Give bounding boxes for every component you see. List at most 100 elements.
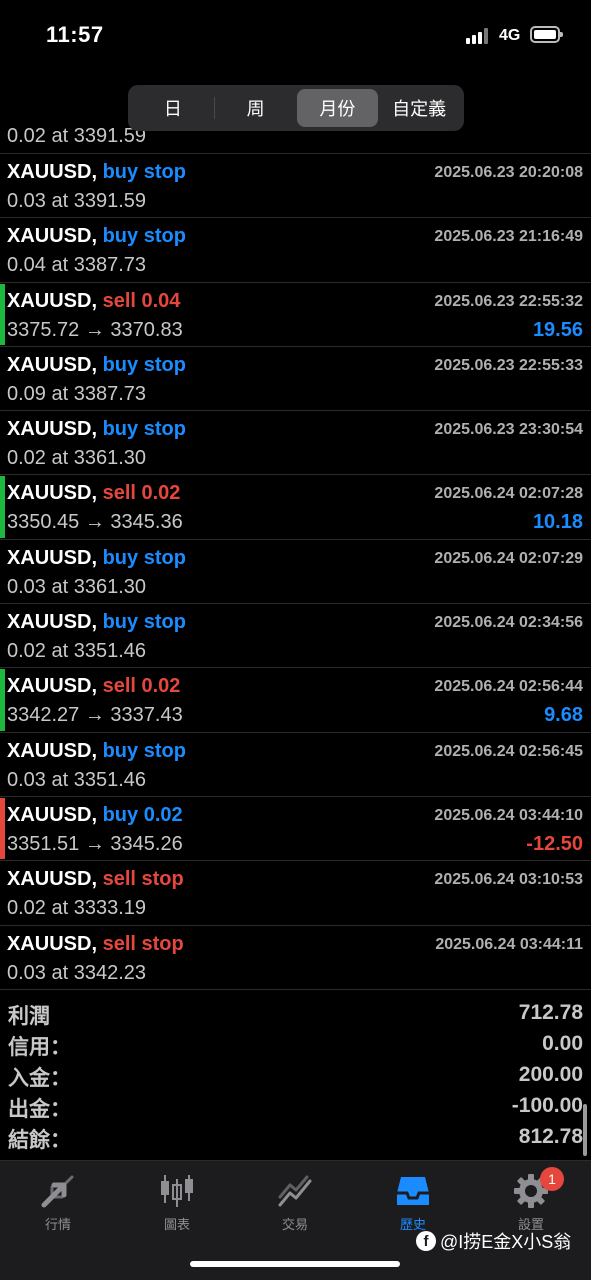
list-item[interactable]: XAUUSD, buy stop 2025.06.23 22:55:33 0.09 … [0, 347, 591, 412]
watermark: f @I捞E金X小S翁 [416, 1228, 571, 1254]
order-datetime: 2025.06.24 03:44:11 [435, 935, 583, 953]
status-time: 11:57 [46, 22, 104, 47]
order-title: XAUUSD, buy stop [7, 740, 186, 763]
order-type: buy stop [102, 739, 186, 762]
order-symbol: XAUUSD, [7, 739, 98, 762]
tab-label: 行情 [44, 1217, 71, 1232]
period-segmented-control: 日 周 月份 自定義 [128, 85, 464, 131]
tab-trade[interactable]: 交易 [250, 1169, 340, 1239]
notification-badge: 1 [540, 1167, 564, 1191]
result-indicator-bar [0, 476, 5, 538]
order-symbol: XAUUSD, [7, 675, 98, 698]
order-symbol: XAUUSD, [7, 803, 98, 826]
order-profit: 9.68 [544, 704, 583, 727]
order-title: XAUUSD, sell stop [7, 933, 184, 956]
order-type: sell 0.02 [102, 482, 181, 505]
order-profit: -12.50 [526, 832, 583, 855]
summary-label: 入金： [8, 1067, 71, 1090]
order-title: XAUUSD, buy 0.02 [7, 804, 183, 827]
order-type: sell 0.04 [102, 289, 181, 312]
order-type: sell stop [102, 932, 184, 955]
summary-balance-row: 結餘： 812.78 [0, 1122, 591, 1153]
order-detail: 3342.27 → 3337.43 [7, 704, 183, 727]
order-title: XAUUSD, buy stop [7, 225, 186, 248]
order-datetime: 2025.06.23 21:16:49 [434, 228, 583, 246]
order-datetime: 2025.06.24 02:07:28 [434, 485, 583, 503]
list-item[interactable]: XAUUSD, buy stop 2025.06.24 02:56:45 0.03 … [0, 733, 591, 797]
order-type: buy stop [102, 546, 186, 569]
order-type: buy stop [102, 225, 186, 248]
order-type: buy stop [102, 161, 186, 183]
list-item[interactable]: XAUUSD, buy stop 2025.06.23 23:30:54 0.02 … [0, 411, 591, 476]
result-indicator-bar [0, 669, 5, 731]
order-type: buy stop [102, 611, 186, 634]
signal-strength-icon [466, 28, 492, 44]
order-symbol: XAUUSD, [7, 161, 98, 183]
order-detail: 0.09 at 3387.73 [7, 382, 147, 405]
order-symbol: XAUUSD, [7, 546, 98, 569]
order-title: XAUUSD, buy stop [7, 161, 186, 184]
summary-withdrawal-row: 出金： -100.00 [0, 1091, 591, 1122]
tab-chart[interactable]: 圖表 [132, 1169, 222, 1239]
order-datetime: 2025.06.24 02:34:56 [434, 614, 583, 632]
summary-value: 712.78 [518, 1001, 583, 1024]
list-item[interactable]: XAUUSD, sell 0.02 2025.06.24 02:07:28 3350… [0, 475, 591, 540]
list-item[interactable]: XAUUSD, buy stop 2025.06.23 21:16:49 0.04 … [0, 218, 591, 283]
home-indicator[interactable] [190, 1261, 400, 1267]
list-item[interactable]: XAUUSD, buy stop 2025.06.23 20:20:08 0.03 … [0, 154, 591, 219]
trade-chart-icon [278, 1175, 312, 1207]
order-symbol: XAUUSD, [7, 353, 98, 376]
period-tab-month[interactable]: 月份 [296, 89, 379, 127]
scroll-indicator[interactable] [583, 1104, 587, 1156]
tab-quotes[interactable]: 行情 [13, 1169, 103, 1239]
order-title: XAUUSD, sell 0.04 [7, 290, 180, 313]
list-item[interactable]: XAUUSD, sell stop 2025.06.24 03:44:11 0.03… [0, 926, 591, 990]
order-detail: 0.03 at 3391.59 [7, 190, 147, 212]
order-symbol: XAUUSD, [7, 482, 98, 505]
summary-label: 結餘： [8, 1129, 71, 1152]
order-datetime: 2025.06.23 22:55:33 [434, 356, 583, 374]
period-tab-week[interactable]: 周 [215, 89, 297, 127]
status-bar: 11:57 4G [0, 0, 591, 70]
list-item[interactable]: XAUUSD, buy stop 2025.06.24 02:34:56 0.02 … [0, 604, 591, 669]
list-item[interactable]: XAUUSD, sell 0.04 2025.06.23 22:55:32 3375… [0, 283, 591, 347]
order-datetime: 2025.06.23 23:30:54 [434, 421, 583, 439]
order-type: sell 0.02 [102, 675, 181, 698]
summary-credit-row: 信用： 0.00 [0, 1029, 591, 1060]
quotes-arrows-icon [41, 1175, 74, 1208]
order-detail: 3350.45 → 3345.36 [7, 511, 183, 534]
list-item[interactable]: XAUUSD, buy stop 2025.06.24 02:07:29 0.03 … [0, 540, 591, 605]
list-item[interactable]: XAUUSD, buy 0.02 2025.06.24 03:44:10 3351.… [0, 797, 591, 862]
order-datetime: 2025.06.24 02:56:44 [434, 678, 583, 696]
order-datetime: 2025.06.24 03:10:53 [434, 871, 583, 889]
period-tab-custom[interactable]: 自定義 [378, 89, 460, 127]
tab-label: 交易 [281, 1217, 308, 1232]
order-detail: 0.04 at 3387.73 [7, 254, 147, 277]
order-symbol: XAUUSD, [7, 289, 98, 312]
order-symbol: XAUUSD, [7, 418, 98, 441]
order-title: XAUUSD, buy stop [7, 354, 186, 377]
list-item[interactable]: XAUUSD, sell stop 2025.06.24 03:10:53 0.02… [0, 861, 591, 926]
result-indicator-bar [0, 283, 5, 345]
order-symbol: XAUUSD, [7, 932, 98, 955]
list-item[interactable]: XAUUSD, sell 0.02 2025.06.24 02:56:44 3342… [0, 668, 591, 733]
facebook-icon: f [416, 1231, 436, 1251]
order-symbol: XAUUSD, [7, 225, 98, 248]
order-symbol: XAUUSD, [7, 611, 98, 634]
order-datetime: 2025.06.24 02:56:45 [434, 742, 583, 760]
tab-label: 圖表 [163, 1217, 190, 1232]
order-datetime: 2025.06.24 03:44:10 [434, 806, 583, 824]
order-type: sell stop [102, 868, 184, 891]
summary-value: -100.00 [511, 1094, 583, 1117]
summary-profit-row: 利潤 712.78 [0, 998, 591, 1029]
order-detail: 3351.51 → 3345.26 [7, 832, 183, 855]
period-tab-day[interactable]: 日 [132, 89, 214, 127]
summary-deposit-row: 入金： 200.00 [0, 1060, 591, 1091]
order-history-list[interactable]: 0.02 at 3391.59 XAUUSD, buy stop 2025.06.… [0, 122, 591, 990]
summary-value: 0.00 [542, 1032, 583, 1055]
order-detail: 0.03 at 3342.23 [7, 961, 147, 984]
order-detail: 0.02 at 3391.59 [7, 125, 147, 147]
history-inbox-icon [397, 1177, 429, 1205]
order-detail: 0.03 at 3351.46 [7, 768, 147, 791]
order-datetime: 2025.06.24 02:07:29 [434, 549, 583, 567]
